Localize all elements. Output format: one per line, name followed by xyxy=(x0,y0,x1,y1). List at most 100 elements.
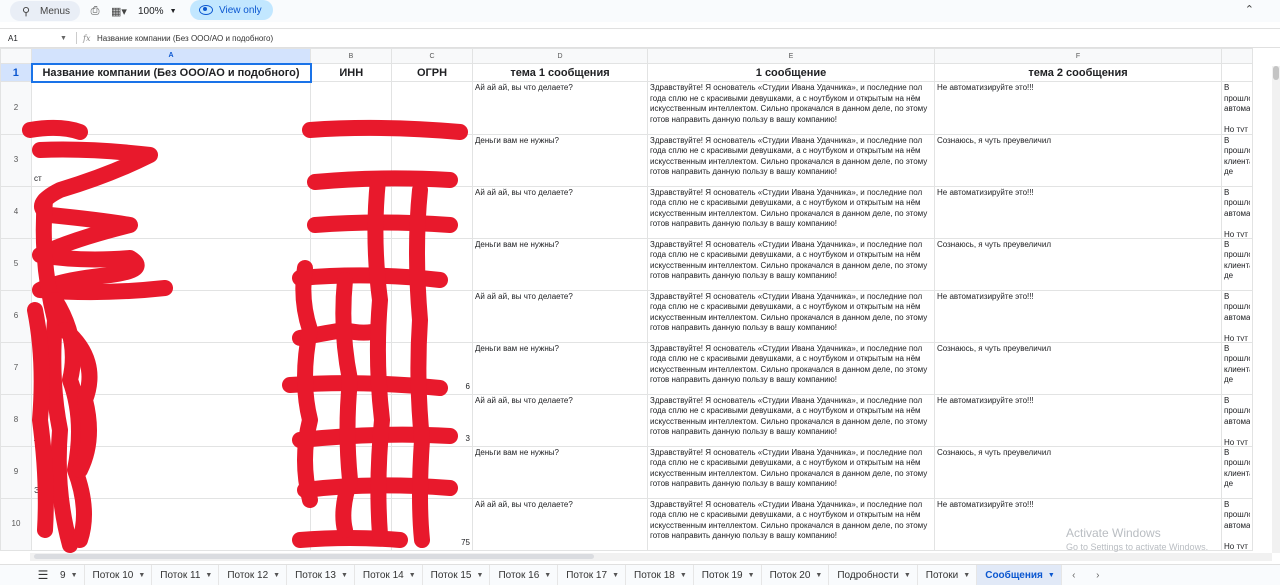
sheet-tab[interactable]: Поток 13 ▼ xyxy=(287,564,355,585)
cell-inn[interactable] xyxy=(310,497,392,551)
cell-ogrn[interactable] xyxy=(391,289,473,343)
sheet-tab[interactable]: Поток 15 ▼ xyxy=(423,564,491,585)
sheet-tab[interactable]: Поток 20 ▼ xyxy=(762,564,830,585)
sheet-tab[interactable]: Поток 14 ▼ xyxy=(355,564,423,585)
cell-ogrn[interactable]: 3 xyxy=(391,393,473,447)
cell-subject-2[interactable]: Сознаюсь, я чуть преувеличил xyxy=(934,445,1222,499)
select-all-corner[interactable] xyxy=(0,48,32,64)
cell-subject-2[interactable]: Не автоматизируйте это!!! xyxy=(934,393,1222,447)
chevron-down-icon[interactable]: ▼ xyxy=(138,572,145,579)
zoom-select[interactable]: 100% ▼ xyxy=(138,3,177,19)
cell-company[interactable]: Э xyxy=(31,445,311,499)
view-only-button[interactable]: View only xyxy=(190,0,273,20)
header-cell-ogrn[interactable]: ОГРН xyxy=(391,63,473,82)
chevron-down-icon[interactable]: ▼ xyxy=(904,572,911,579)
cell-message-1[interactable]: Здравствуйте! Я основатель «Студии Ивана… xyxy=(647,445,935,499)
sheet-tab[interactable]: Поток 18 ▼ xyxy=(626,564,694,585)
cell-company[interactable] xyxy=(31,81,311,135)
menus-search-button[interactable]: ⚲ Menus xyxy=(10,1,80,21)
print-icon[interactable]: ⎙ xyxy=(88,3,102,19)
cell-inn[interactable] xyxy=(310,185,392,239)
scrollbar-thumb[interactable] xyxy=(1273,66,1279,80)
chevron-down-icon[interactable]: ▼ xyxy=(612,572,619,579)
chevron-down-icon[interactable]: ▼ xyxy=(544,572,551,579)
cell-message-2[interactable]: В прошлом клиентам де Но тут я нем ещё н… xyxy=(1221,445,1253,499)
chevron-up-icon[interactable]: ⌃ xyxy=(1245,3,1254,16)
cell-subject-2[interactable]: Сознаюсь, я чуть преувеличил xyxy=(934,341,1222,395)
column-header-e[interactable]: E xyxy=(647,48,935,64)
cell-company[interactable] xyxy=(31,289,311,343)
chevron-down-icon[interactable]: ▼ xyxy=(409,572,416,579)
cell-subject-2[interactable]: Не автоматизируйте это!!! xyxy=(934,81,1222,135)
chevron-down-icon[interactable]: ▼ xyxy=(477,572,484,579)
sheet-tab[interactable]: 9 ▼ xyxy=(58,564,85,585)
formula-value[interactable]: Название компании (Без ООО/АО и подобног… xyxy=(97,34,273,43)
header-cell-inn[interactable]: ИНН xyxy=(310,63,392,82)
cell-inn[interactable] xyxy=(310,289,392,343)
cell-subject-1[interactable]: Ай ай ай, вы что делаете? xyxy=(472,81,648,135)
cell-ogrn[interactable] xyxy=(391,185,473,239)
cell-subject-1[interactable]: Деньги вам не нужны? xyxy=(472,445,648,499)
cell-company[interactable]: А xyxy=(31,393,311,447)
row-number[interactable]: 1 xyxy=(0,63,32,82)
chevron-down-icon[interactable]: ▼ xyxy=(341,572,348,579)
cell-subject-1[interactable]: Деньги вам не нужны? xyxy=(472,133,648,187)
cell-ogrn[interactable] xyxy=(391,237,473,291)
cell-message-2[interactable]: В прошлом автоматиза Но тут вам значит з… xyxy=(1221,393,1253,447)
row-number[interactable]: 2 xyxy=(0,81,32,135)
cell-ogrn[interactable] xyxy=(391,81,473,135)
chevron-left-icon[interactable]: ‹ xyxy=(1062,570,1086,581)
cell-message-1[interactable]: Здравствуйте! Я основатель «Студии Ивана… xyxy=(647,497,935,551)
cell-company[interactable] xyxy=(31,237,311,291)
cell-ogrn[interactable] xyxy=(391,133,473,187)
cell-inn[interactable]: 7 xyxy=(310,81,392,135)
vertical-scrollbar[interactable] xyxy=(1272,66,1280,553)
chevron-down-icon[interactable]: ▼ xyxy=(963,572,970,579)
cell-company[interactable] xyxy=(31,341,311,395)
sheet-tab[interactable]: Поток 19 ▼ xyxy=(694,564,762,585)
scrollbar-thumb[interactable] xyxy=(34,554,594,559)
cell-message-2[interactable]: В прошлом клиентам де Но тут я нем ещё н… xyxy=(1221,341,1253,395)
cell-inn[interactable] xyxy=(310,393,392,447)
cell-inn[interactable] xyxy=(310,341,392,395)
name-box[interactable]: A1 xyxy=(0,34,60,43)
row-number[interactable]: 7 xyxy=(0,341,32,395)
cell-subject-2[interactable]: Не автоматизируйте это!!! xyxy=(934,289,1222,343)
column-header-d[interactable]: D xyxy=(472,48,648,64)
header-cell-g[interactable] xyxy=(1221,63,1253,82)
header-cell-subject-1[interactable]: тема 1 сообщения xyxy=(472,63,648,82)
cell-message-1[interactable]: Здравствуйте! Я основатель «Студии Ивана… xyxy=(647,289,935,343)
cell-message-1[interactable]: Здравствуйте! Я основатель «Студии Ивана… xyxy=(647,237,935,291)
row-number[interactable]: 9 xyxy=(0,445,32,499)
row-number[interactable]: 6 xyxy=(0,289,32,343)
chevron-down-icon[interactable]: ▼ xyxy=(205,572,212,579)
cell-subject-1[interactable]: Ай ай ай, вы что делаете? xyxy=(472,289,648,343)
column-header-c[interactable]: C xyxy=(391,48,473,64)
chevron-down-icon[interactable]: ▼ xyxy=(71,572,78,579)
cell-inn[interactable] xyxy=(310,445,392,499)
cell-message-1[interactable]: Здравствуйте! Я основатель «Студии Ивана… xyxy=(647,81,935,135)
chevron-down-icon[interactable]: ▼ xyxy=(60,35,76,42)
cell-subject-1[interactable]: Ай ай ай, вы что делаете? xyxy=(472,185,648,239)
header-cell-company[interactable]: Название компании (Без ООО/АО и подобног… xyxy=(30,62,312,83)
cell-subject-1[interactable]: Ай ай ай, вы что делаете? xyxy=(472,393,648,447)
cell-message-2[interactable]: В прошлом клиентам де Но тут я нем ещё н… xyxy=(1221,237,1253,291)
cell-inn[interactable] xyxy=(310,133,392,187)
sheet-tab[interactable]: Поток 12 ▼ xyxy=(219,564,288,585)
cell-subject-2[interactable]: Сознаюсь, я чуть преувеличил xyxy=(934,237,1222,291)
cell-message-2[interactable]: В прошлом клиентам де Но тут я нем ещё н… xyxy=(1221,133,1253,187)
chevron-down-icon[interactable]: ▼ xyxy=(1048,572,1055,579)
cell-message-1[interactable]: Здравствуйте! Я основатель «Студии Ивана… xyxy=(647,393,935,447)
cell-company[interactable] xyxy=(31,497,311,551)
sheet-tab[interactable]: Поток 11 ▼ xyxy=(152,564,220,585)
cell-subject-1[interactable]: Деньги вам не нужны? xyxy=(472,237,648,291)
cell-message-1[interactable]: Здравствуйте! Я основатель «Студии Ивана… xyxy=(647,185,935,239)
cell-ogrn[interactable]: 75 xyxy=(391,497,473,551)
chevron-down-icon[interactable]: ▼ xyxy=(273,572,280,579)
column-header-b[interactable]: B xyxy=(310,48,392,64)
cell-subject-2[interactable]: Не автоматизируйте это!!! xyxy=(934,185,1222,239)
cell-message-2[interactable]: В прошлом автоматиза Но тут вам значит з… xyxy=(1221,289,1253,343)
cell-message-1[interactable]: Здравствуйте! Я основатель «Студии Ивана… xyxy=(647,133,935,187)
sheet-tab[interactable]: Поток 10 ▼ xyxy=(85,564,153,585)
header-cell-subject-2[interactable]: тема 2 сообщения xyxy=(934,63,1222,82)
